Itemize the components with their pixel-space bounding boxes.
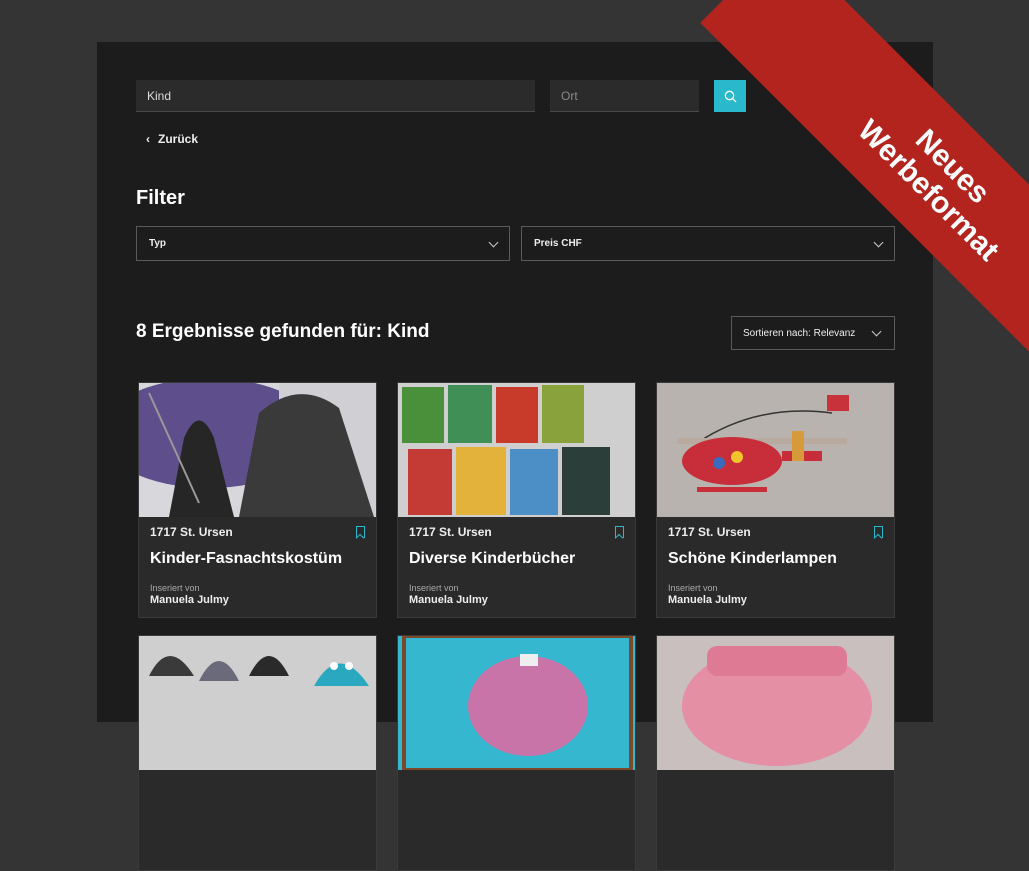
listing-card[interactable]: 1717 St. Ursen Schöne Kinderlampen Inser… bbox=[656, 382, 895, 618]
bookmark-icon[interactable] bbox=[874, 526, 883, 538]
chevron-left-icon: ‹ bbox=[146, 132, 150, 146]
listing-title: Kinder-Fasnachtskostüm bbox=[150, 550, 343, 567]
listing-card[interactable] bbox=[138, 635, 377, 871]
listing-author: Manuela Julmy bbox=[150, 594, 229, 606]
sort-label: Sortieren nach: Relevanz bbox=[743, 327, 856, 339]
chevron-down-icon bbox=[871, 326, 882, 337]
listing-location: 1717 St. Ursen bbox=[668, 525, 751, 539]
type-select-label: Typ bbox=[149, 238, 167, 249]
bookmark-icon[interactable] bbox=[356, 526, 365, 538]
listing-card[interactable]: 1717 St. Ursen Kinder-Fasnachtskostüm In… bbox=[138, 382, 377, 618]
search-button[interactable] bbox=[714, 80, 746, 112]
listing-by-label: Inseriert von bbox=[409, 583, 459, 593]
listing-image bbox=[657, 383, 894, 517]
bookmark-icon[interactable] bbox=[615, 526, 624, 538]
back-link[interactable]: ‹ Zurück bbox=[146, 132, 198, 146]
listing-image bbox=[657, 636, 894, 770]
listing-author: Manuela Julmy bbox=[409, 594, 488, 606]
listing-image bbox=[139, 636, 376, 770]
listing-card[interactable] bbox=[397, 635, 636, 871]
main-content: ‹ Zurück Filter Typ Preis CHF 8 Ergebnis… bbox=[97, 42, 933, 871]
listing-location: 1717 St. Ursen bbox=[150, 525, 233, 539]
filter-heading: Filter bbox=[136, 187, 185, 209]
type-select[interactable]: Typ bbox=[136, 226, 510, 261]
back-label: Zurück bbox=[158, 132, 199, 146]
listing-by-label: Inseriert von bbox=[150, 583, 200, 593]
listing-card[interactable]: 1717 St. Ursen Diverse Kinderbücher Inse… bbox=[397, 382, 636, 618]
listing-title: Diverse Kinderbücher bbox=[409, 550, 576, 567]
listing-title: Schöne Kinderlampen bbox=[668, 550, 837, 567]
price-select[interactable]: Preis CHF bbox=[521, 226, 895, 261]
location-input[interactable] bbox=[550, 80, 699, 112]
listing-by-label: Inseriert von bbox=[668, 583, 718, 593]
listing-author: Manuela Julmy bbox=[668, 594, 747, 606]
listing-card[interactable] bbox=[656, 635, 895, 871]
listing-image bbox=[139, 383, 376, 517]
search-input[interactable] bbox=[136, 80, 535, 112]
search-bar bbox=[136, 80, 746, 112]
price-select-label: Preis CHF bbox=[534, 238, 582, 249]
chevron-down-icon bbox=[488, 237, 499, 247]
listing-location: 1717 St. Ursen bbox=[409, 525, 492, 539]
listing-image bbox=[398, 636, 635, 770]
secondary-button[interactable] bbox=[863, 80, 895, 112]
chevron-down-icon bbox=[873, 237, 884, 247]
results-heading: 8 Ergebnisse gefunden für: Kind bbox=[136, 321, 430, 342]
listing-image bbox=[398, 383, 635, 517]
sort-select[interactable]: Sortieren nach: Relevanz bbox=[731, 316, 895, 350]
search-icon bbox=[724, 90, 736, 102]
